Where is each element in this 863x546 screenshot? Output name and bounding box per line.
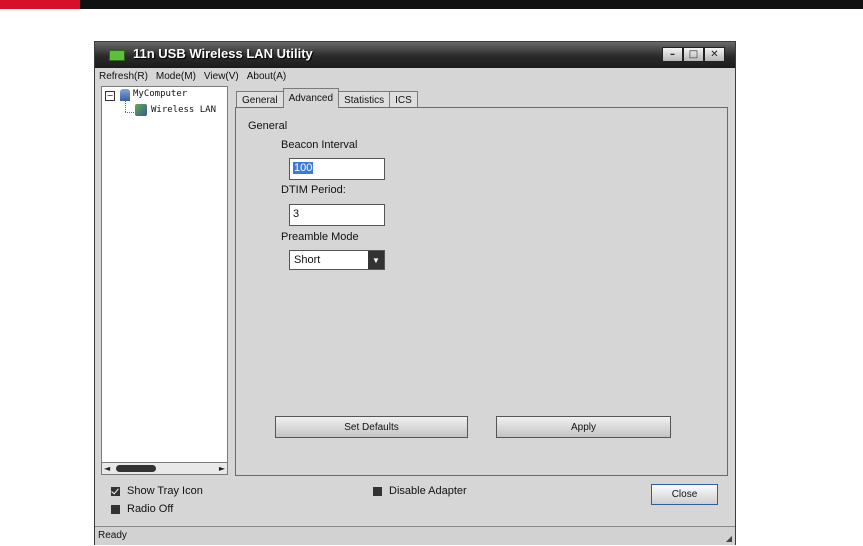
scroll-left-icon[interactable]: ◄ <box>104 464 110 473</box>
tree-item-wireless-lan[interactable]: Wireless LAN <box>151 105 216 115</box>
preamble-mode-label: Preamble Mode <box>281 231 359 243</box>
tab-general[interactable]: General <box>236 91 284 108</box>
tree-connector <box>125 112 134 114</box>
resize-grip-icon[interactable]: ◢ <box>726 534 732 543</box>
tab-ics[interactable]: ICS <box>389 91 418 108</box>
show-tray-icon-label: Show Tray Icon <box>127 485 203 497</box>
maximize-button[interactable]: □ <box>683 47 704 62</box>
status-bar: Ready ◢ <box>95 526 735 545</box>
page-top-bar-accent <box>0 0 80 9</box>
scroll-right-icon[interactable]: ► <box>219 464 225 473</box>
checkbox-unchecked-icon <box>111 504 120 514</box>
disable-adapter-label: Disable Adapter <box>389 485 467 497</box>
dtim-period-label: DTIM Period: <box>281 184 346 196</box>
tree-horizontal-scrollbar[interactable]: ◄ ► <box>101 462 228 475</box>
tab-strip: General Advanced Statistics ICS <box>236 88 418 108</box>
advanced-panel: General Beacon Interval 100 DTIM Period:… <box>235 107 728 476</box>
app-icon <box>109 50 125 61</box>
checkbox-unchecked-icon <box>373 486 382 496</box>
chevron-down-icon[interactable]: ▼ <box>368 251 384 269</box>
device-tree[interactable]: − MyComputer Wireless LAN <box>101 86 228 475</box>
menu-bar: Refresh(R) Mode(M) View(V) About(A) <box>95 69 735 84</box>
close-window-button[interactable]: ✕ <box>704 47 725 62</box>
radio-off-label: Radio Off <box>127 503 174 515</box>
wireless-adapter-icon <box>135 104 147 116</box>
beacon-interval-label: Beacon Interval <box>281 139 358 151</box>
radio-off-checkbox[interactable]: Radio Off <box>111 503 173 515</box>
scrollbar-thumb[interactable] <box>116 465 156 472</box>
window-title: 11n USB Wireless LAN Utility <box>133 46 313 61</box>
tab-advanced[interactable]: Advanced <box>282 88 340 108</box>
menu-mode[interactable]: Mode(M) <box>152 71 200 82</box>
preamble-mode-value: Short <box>294 254 321 266</box>
checkbox-checked-icon <box>111 486 120 496</box>
close-button[interactable]: Close <box>651 484 718 505</box>
show-tray-icon-checkbox[interactable]: Show Tray Icon <box>111 485 203 497</box>
menu-view[interactable]: View(V) <box>200 71 243 82</box>
menu-about[interactable]: About(A) <box>243 71 290 82</box>
apply-button[interactable]: Apply <box>496 416 671 438</box>
disable-adapter-checkbox[interactable]: Disable Adapter <box>373 485 467 497</box>
status-text: Ready <box>98 530 127 541</box>
group-title: General <box>248 120 288 132</box>
dtim-period-value: 3 <box>293 208 300 220</box>
menu-refresh[interactable]: Refresh(R) <box>95 71 152 82</box>
page-top-bar <box>0 0 863 9</box>
window-controls: – □ ✕ <box>662 47 725 64</box>
minimize-button[interactable]: – <box>662 47 683 62</box>
tree-item-mycomputer[interactable]: MyComputer <box>133 89 187 99</box>
title-bar[interactable]: 11n USB Wireless LAN Utility – □ ✕ <box>95 42 735 68</box>
tree-connector <box>125 101 127 112</box>
utility-window: 11n USB Wireless LAN Utility – □ ✕ Refre… <box>94 41 736 545</box>
preamble-mode-select[interactable]: Short ▼ <box>289 250 385 270</box>
tree-expander[interactable]: − <box>105 91 115 101</box>
set-defaults-button[interactable]: Set Defaults <box>275 416 468 438</box>
dtim-period-input[interactable]: 3 <box>289 204 385 226</box>
beacon-interval-input[interactable]: 100 <box>289 158 385 180</box>
computer-icon <box>120 89 130 101</box>
tab-statistics[interactable]: Statistics <box>338 91 391 108</box>
beacon-interval-value: 100 <box>293 162 314 174</box>
